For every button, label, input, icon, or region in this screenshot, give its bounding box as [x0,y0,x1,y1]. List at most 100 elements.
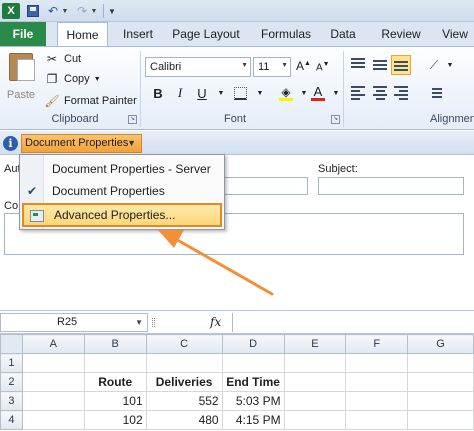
redo-dropdown-icon[interactable]: ▼ [90,3,98,19]
column-header[interactable]: A [21,334,85,354]
cell[interactable] [407,372,474,392]
tab-view[interactable]: View [436,22,474,46]
underline-dropdown-icon[interactable]: ▼ [211,83,231,103]
font-name-value: Calibri [150,61,182,73]
tab-home[interactable]: Home [57,22,108,47]
select-all-corner[interactable] [0,334,23,354]
save-icon[interactable] [25,3,41,19]
align-center-button[interactable] [370,83,390,103]
formula-bar-resize-handle[interactable] [152,318,155,327]
undo-dropdown-icon[interactable]: ▼ [61,3,69,19]
cell-header-route[interactable]: Route [83,372,147,392]
table-row: 2 Route Deliveries End Time [0,372,474,392]
cell[interactable]: 480 [145,410,223,430]
cell-header-deliveries[interactable]: Deliveries [145,372,223,392]
cell[interactable] [21,372,85,392]
row-header[interactable]: 3 [0,391,23,411]
cut-button[interactable]: ✂ Cut [44,50,81,68]
font-group-label: Font [223,113,246,125]
tab-data[interactable]: Data [326,22,360,46]
cell[interactable] [21,410,85,430]
cell-header-end-time[interactable]: End Time [221,372,285,392]
font-color-icon[interactable]: A [308,83,328,103]
cell[interactable] [407,353,474,373]
format-painter-button[interactable]: 🖌 Format Painter [44,92,136,110]
excel-logo-icon[interactable]: X [2,3,20,19]
cell[interactable] [83,353,147,373]
cell[interactable] [345,353,409,373]
cell[interactable] [283,353,347,373]
column-header[interactable]: B [83,334,147,354]
cell[interactable] [407,391,474,411]
document-properties-bar: i Document Properties ▼ [0,131,474,155]
column-header[interactable]: F [345,334,409,354]
tab-review[interactable]: Review [378,22,424,46]
column-header[interactable]: D [221,334,285,354]
row-header[interactable]: 4 [0,410,23,430]
align-left-button[interactable] [348,83,368,103]
formula-input[interactable] [232,313,474,332]
subject-field[interactable] [318,177,464,195]
document-properties-button[interactable]: Document Properties ▼ [21,134,142,153]
ribbon-home: Paste ✂ Cut ❐ Copy ▼ 🖌 Format Painter Cl… [0,46,474,130]
orientation-dropdown-icon[interactable]: ▼ [440,55,460,75]
cell[interactable] [345,391,409,411]
column-header-row: A B C D E F G [0,334,474,354]
align-middle-vertical-button[interactable] [370,55,390,75]
row-header[interactable]: 2 [0,372,23,392]
tab-insert[interactable]: Insert [118,22,158,46]
fill-color-icon[interactable]: ◈ [276,83,296,103]
cell[interactable] [283,391,347,411]
underline-button[interactable]: U [192,83,212,103]
copy-button[interactable]: ❐ Copy ▼ [44,70,101,88]
cell[interactable] [283,410,347,430]
author-field[interactable] [220,177,308,195]
shrink-font-icon[interactable]: A▼ [316,61,330,73]
grow-font-icon[interactable]: A▲ [296,59,311,73]
font-name-select[interactable]: Calibri ▼ [145,57,251,77]
cell[interactable] [21,391,85,411]
align-right-button[interactable] [391,83,411,103]
cell[interactable] [283,372,347,392]
font-launcher-icon[interactable]: ↘ [331,115,340,124]
font-size-select[interactable]: 11 ▼ [253,57,291,77]
cell[interactable]: 552 [145,391,223,411]
copy-dropdown-icon[interactable]: ▼ [94,76,101,83]
tab-formulas[interactable]: Formulas [256,22,316,46]
italic-button[interactable]: I [170,83,190,103]
redo-icon[interactable]: ↷ [75,3,89,19]
increase-indent-button[interactable] [424,83,444,103]
column-header[interactable]: C [145,334,223,354]
cell[interactable] [145,353,223,373]
cell[interactable] [345,410,409,430]
borders-icon[interactable] [230,83,250,103]
cell[interactable]: 102 [83,410,147,430]
cell[interactable] [221,353,285,373]
align-bottom-button[interactable] [391,55,411,75]
insert-function-icon[interactable]: fx [210,315,221,329]
undo-icon[interactable]: ↶ [46,3,60,19]
paste-button[interactable]: Paste [4,51,38,107]
customize-qat-icon[interactable]: ▼ [107,3,117,19]
column-header[interactable]: E [283,334,347,354]
cell[interactable]: 101 [83,391,147,411]
borders-dropdown-icon[interactable]: ▼ [250,83,270,103]
column-header[interactable]: G [407,334,474,354]
spreadsheet-table: A B C D E F G 1 2 Route Deliveries End T… [0,334,474,430]
name-box[interactable]: R25 ▼ [0,313,148,332]
formula-bar: R25 ▼ fx [0,312,474,334]
menu-item-document-properties-server[interactable]: Document Properties - Server [20,158,224,180]
tab-file[interactable]: File [0,22,46,46]
bold-button[interactable]: B [148,83,168,103]
menu-item-document-properties[interactable]: Document Properties [20,180,224,202]
cell[interactable] [407,410,474,430]
cell[interactable]: 4:15 PM [221,410,285,430]
row-header[interactable]: 1 [0,353,23,373]
align-top-button[interactable] [348,55,368,75]
cell[interactable] [21,353,85,373]
paste-icon [9,53,35,81]
cell[interactable]: 5:03 PM [221,391,285,411]
tab-page-layout[interactable]: Page Layout [170,22,242,46]
clipboard-launcher-icon[interactable]: ↘ [128,115,137,124]
cell[interactable] [345,372,409,392]
